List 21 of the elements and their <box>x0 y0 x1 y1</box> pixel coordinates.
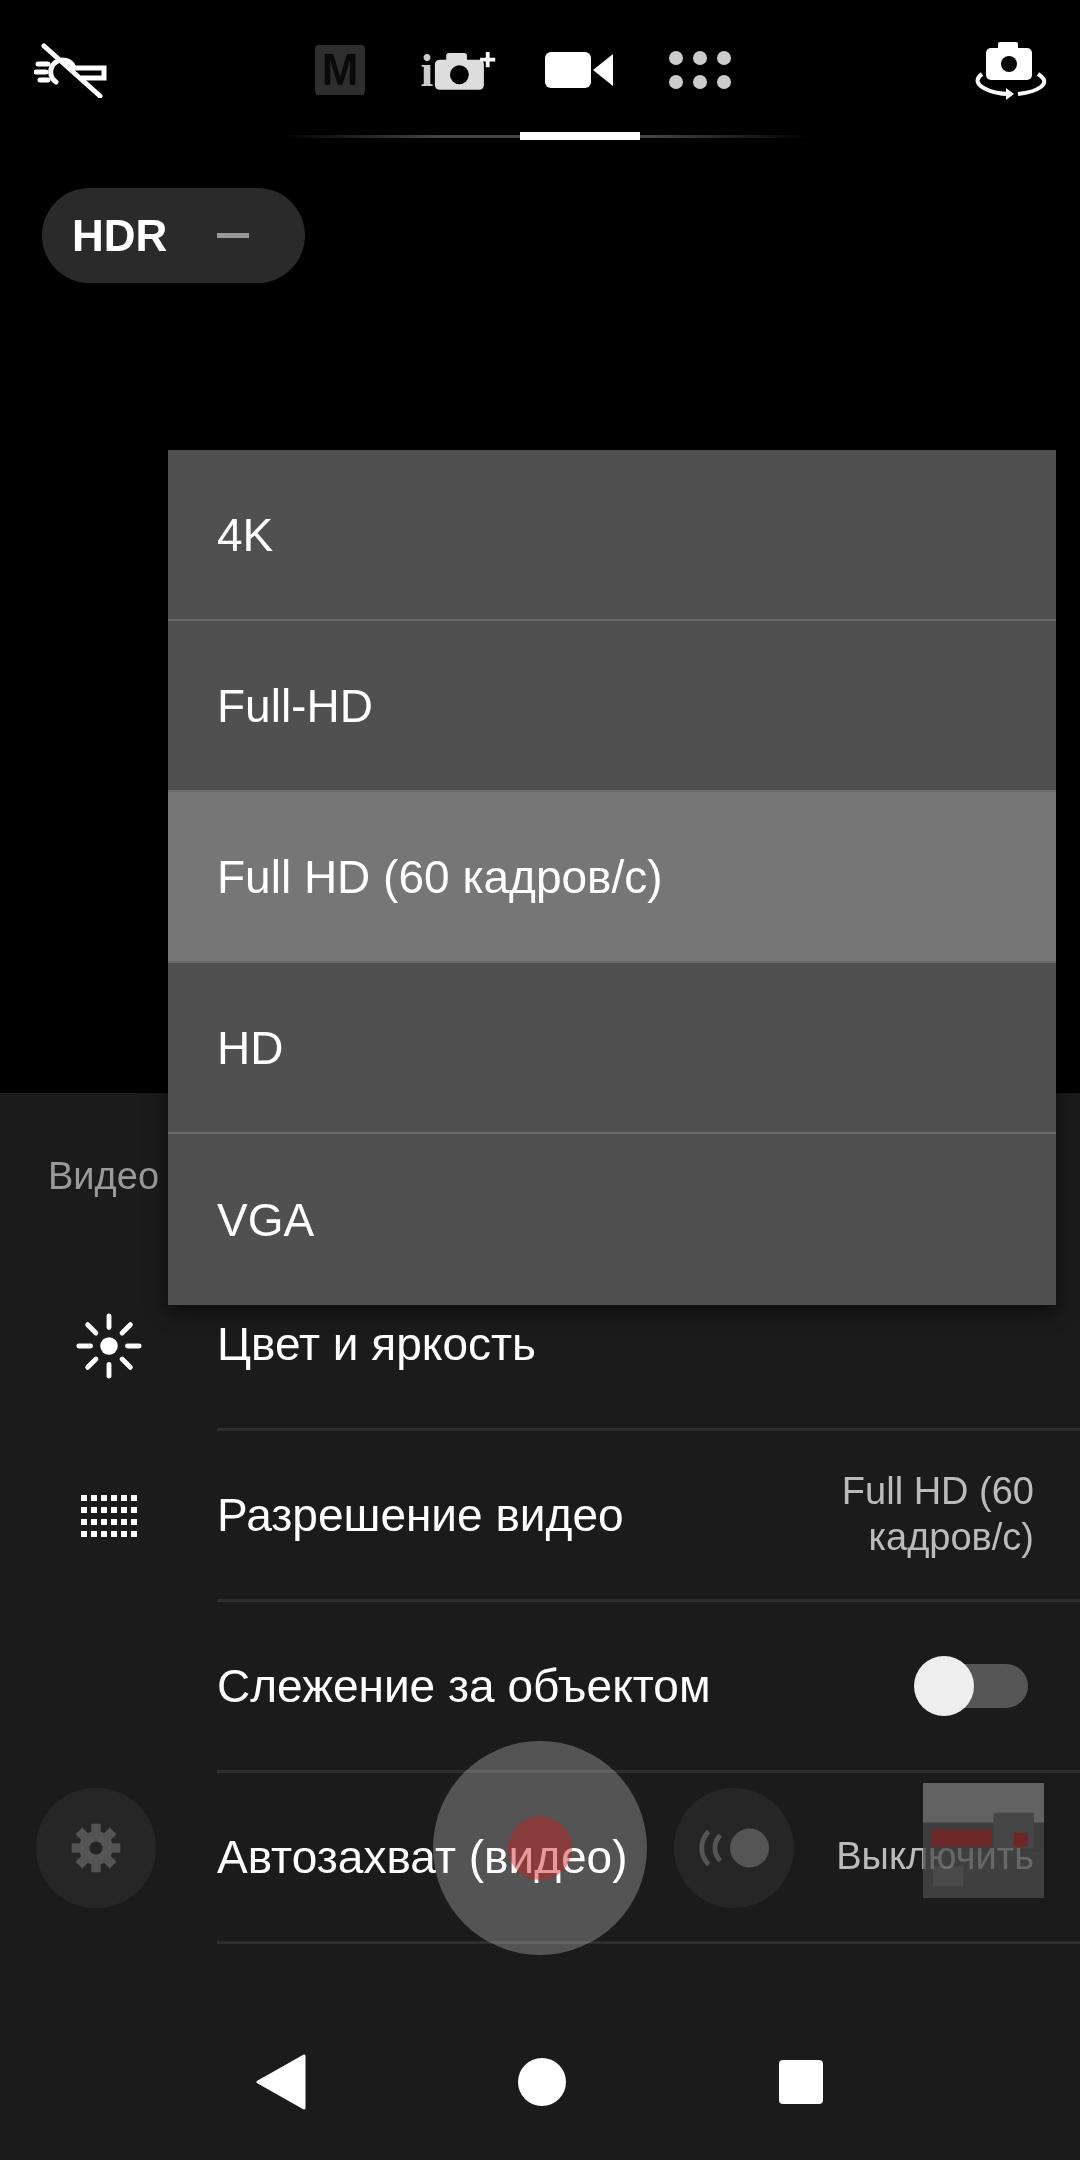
resolution-option[interactable]: VGA <box>168 1134 1056 1305</box>
setting-value: Full HD (60 кадров/с) <box>840 1469 1034 1560</box>
home-icon[interactable] <box>517 2056 567 2107</box>
grid-icon <box>80 1494 137 1539</box>
dots-grid-icon <box>668 50 732 90</box>
resolution-option[interactable]: HD <box>168 963 1056 1134</box>
resolution-option[interactable]: Full-HD <box>168 621 1056 792</box>
section-header: Видео <box>47 1154 159 1199</box>
setting-label[interactable]: Автозахват (видео) <box>217 1830 628 1884</box>
toggle-switch[interactable] <box>914 1656 1028 1716</box>
setting-label[interactable]: Разрешение видео <box>217 1488 624 1542</box>
auto-mode-tab[interactable]: i <box>400 0 520 140</box>
resolution-option[interactable]: Full HD (60 кадров/с) <box>168 792 1056 963</box>
recents-icon[interactable] <box>778 2058 825 2105</box>
setting-label[interactable]: Слежение за объектом <box>217 1659 711 1713</box>
setting-label[interactable]: Цвет и яркость <box>217 1317 537 1371</box>
resolution-option[interactable]: 4K <box>168 450 1056 621</box>
back-icon[interactable] <box>255 2053 306 2110</box>
tracking-off-icon[interactable] <box>34 42 110 98</box>
hdr-toggle[interactable]: HDR <box>42 188 305 283</box>
video-camera-icon <box>545 50 615 90</box>
